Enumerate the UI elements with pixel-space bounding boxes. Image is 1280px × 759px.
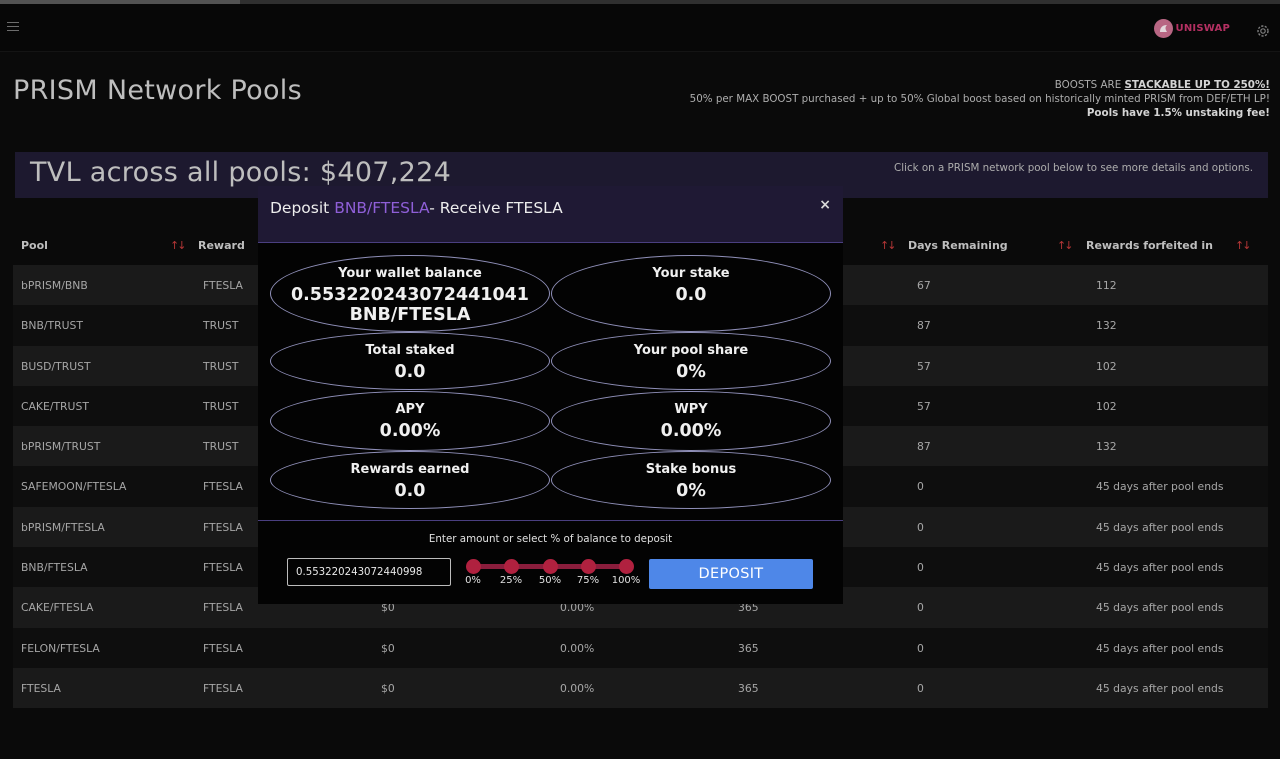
slider-label: 75% bbox=[576, 575, 600, 586]
slider-label: 50% bbox=[538, 575, 562, 586]
slider-label: 0% bbox=[465, 575, 481, 586]
slider-label: 25% bbox=[499, 575, 523, 586]
slider-stop[interactable] bbox=[581, 559, 596, 574]
total-staked-card: Total staked 0.0 bbox=[270, 332, 550, 390]
slider-stop[interactable] bbox=[466, 559, 481, 574]
wpy-card: WPY 0.00% bbox=[551, 391, 831, 451]
total-staked-value: 0.0 bbox=[394, 362, 426, 382]
apy-card: APY 0.00% bbox=[270, 391, 550, 451]
slider-stop[interactable] bbox=[504, 559, 519, 574]
modal-divider bbox=[258, 520, 843, 521]
pool-share-card: Your pool share 0% bbox=[551, 332, 831, 390]
modal-header: Deposit BNB/FTESLA- Receive FTESLA × bbox=[258, 186, 843, 243]
deposit-button[interactable]: DEPOSIT bbox=[649, 559, 813, 589]
wpy-value: 0.00% bbox=[660, 421, 722, 441]
pool-share-value: 0% bbox=[676, 362, 706, 382]
apy-value: 0.00% bbox=[379, 421, 441, 441]
wallet-balance-unit: BNB/FTESLA bbox=[349, 305, 471, 325]
modal-pair: BNB/FTESLA bbox=[334, 199, 430, 217]
wallet-balance-card: Your wallet balance 0.553220243072441041… bbox=[270, 255, 550, 332]
stake-bonus-value: 0% bbox=[676, 481, 706, 501]
rewards-earned-value: 0.0 bbox=[394, 481, 426, 501]
slider-stop[interactable] bbox=[619, 559, 634, 574]
rewards-earned-card: Rewards earned 0.0 bbox=[270, 451, 550, 509]
slider-label: 100% bbox=[611, 575, 641, 586]
deposit-hint: Enter amount or select % of balance to d… bbox=[428, 533, 673, 545]
stake-bonus-card: Stake bonus 0% bbox=[551, 451, 831, 509]
deposit-amount-input[interactable] bbox=[287, 558, 451, 586]
modal-title: Deposit BNB/FTESLA- Receive FTESLA bbox=[270, 199, 563, 217]
deposit-modal: Deposit BNB/FTESLA- Receive FTESLA × You… bbox=[258, 186, 843, 604]
slider-stop[interactable] bbox=[543, 559, 558, 574]
your-stake-value: 0.0 bbox=[675, 285, 707, 305]
your-stake-card: Your stake 0.0 bbox=[551, 255, 831, 332]
wallet-balance-value: 0.553220243072441041 bbox=[290, 285, 529, 305]
close-icon[interactable]: × bbox=[819, 197, 831, 213]
